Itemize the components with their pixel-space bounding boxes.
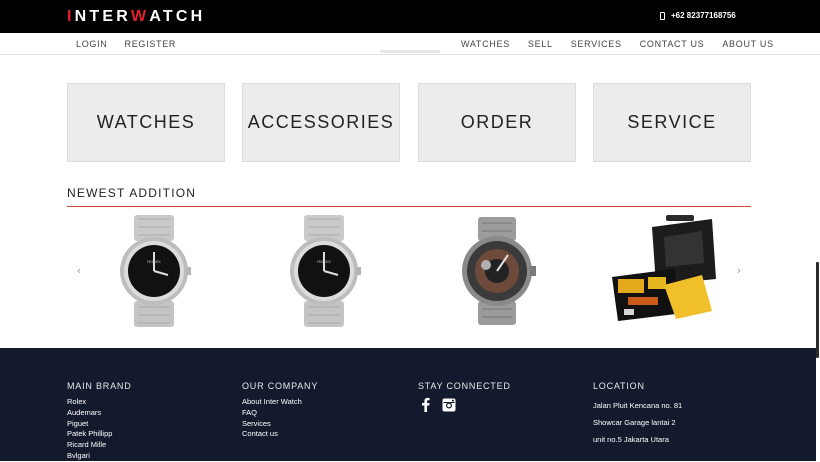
main-nav: WATCHES SELL SERVICES CONTACT US ABOUT U…	[461, 33, 774, 55]
header-phone: +62 82377168756	[660, 11, 736, 20]
footer-social-heading: STAY CONNECTED	[418, 381, 511, 391]
footer-social: STAY CONNECTED	[418, 381, 511, 412]
product-card[interactable]	[428, 215, 568, 327]
instagram-icon[interactable]	[441, 397, 456, 412]
svg-text:ROLEX: ROLEX	[317, 259, 331, 264]
nav-about-us[interactable]: ABOUT US	[722, 39, 773, 49]
footer-company-heading: OUR COMPANY	[242, 381, 319, 391]
logo-letter-w: W	[131, 8, 150, 25]
address-line: Jalan Pluit Kencana no. 81	[593, 401, 683, 410]
product-card[interactable]: ROLEX	[84, 215, 224, 327]
category-tile-watches[interactable]: WATCHES	[67, 83, 225, 162]
section-divider	[67, 206, 751, 207]
site-logo[interactable]: I NTER W ATCH	[67, 8, 206, 25]
skeleton-dial-watch-image	[462, 217, 536, 325]
footer-company-link[interactable]: About Inter Watch	[242, 397, 318, 408]
section-title-newest: NEWEST ADDITION	[67, 186, 197, 200]
footer-address: Jalan Pluit Kencana no. 81 Showcar Garag…	[593, 397, 682, 448]
page-scrollbar[interactable]	[816, 262, 819, 358]
footer-brand-link[interactable]: Rolex	[67, 397, 132, 408]
address-line: unit no.5 Jakarta Utara	[593, 435, 669, 444]
account-nav: LOGIN REGISTER	[76, 33, 176, 55]
mobile-phone-icon	[660, 11, 665, 20]
nav-contact-us[interactable]: CONTACT US	[640, 39, 705, 49]
footer-location-heading: LOCATION	[593, 381, 645, 391]
phone-number: +62 82377168756	[671, 11, 736, 20]
logo-letter-i: I	[67, 8, 75, 25]
footer-company-link[interactable]: Services	[242, 419, 318, 430]
category-tile-service[interactable]: SERVICE	[593, 83, 751, 162]
facebook-icon[interactable]	[418, 397, 433, 412]
footer-brand-link[interactable]: Piguet	[67, 419, 132, 430]
footer-company-link[interactable]: Contact us	[242, 429, 318, 440]
chevron-left-icon[interactable]: ‹	[74, 263, 84, 277]
footer-location: LOCATION Jalan Pluit Kencana no. 81 Show…	[593, 381, 682, 448]
product-card[interactable]: ROLEX	[254, 215, 394, 327]
social-links	[418, 397, 511, 412]
footer-brand-link[interactable]: Patek Phillipp	[67, 429, 132, 440]
footer-company: OUR COMPANY About Inter Watch FAQ Servic…	[242, 381, 318, 440]
rolex-explorer-watch-image: ROLEX	[120, 215, 191, 327]
faded-banner-remnant	[380, 50, 440, 53]
footer-brands-heading: MAIN BRAND	[67, 381, 132, 391]
watch-case-toolkit-image	[612, 215, 716, 321]
nav-watches[interactable]: WATCHES	[461, 39, 510, 49]
footer-brands-list: Rolex Audemars Piguet Patek Phillipp Ric…	[67, 397, 132, 462]
footer-company-link[interactable]: FAQ	[242, 408, 318, 419]
svg-text:ROLEX: ROLEX	[147, 259, 161, 264]
nav-sell[interactable]: SELL	[528, 39, 553, 49]
footer-brand-link[interactable]: Ricard Mille	[67, 440, 132, 451]
footer-brand-link[interactable]: Bvlgari	[67, 451, 132, 462]
rolex-explorer-watch-image: ROLEX	[290, 215, 361, 327]
category-tile-accessories[interactable]: ACCESSORIES	[242, 83, 400, 162]
logo-text-atch: ATCH	[149, 8, 206, 25]
register-link[interactable]: REGISTER	[125, 39, 177, 49]
footer-brands: MAIN BRAND Rolex Audemars Piguet Patek P…	[67, 381, 132, 462]
category-tile-order[interactable]: ORDER	[418, 83, 576, 162]
address-line: Showcar Garage lantai 2	[593, 418, 676, 427]
logo-text-nter: NTER	[74, 8, 132, 25]
product-card[interactable]	[604, 215, 744, 327]
login-link[interactable]: LOGIN	[76, 39, 108, 49]
nav-services[interactable]: SERVICES	[571, 39, 622, 49]
footer-company-list: About Inter Watch FAQ Services Contact u…	[242, 397, 318, 440]
top-bar: I NTER W ATCH +62 82377168756	[0, 0, 820, 33]
footer-brand-link[interactable]: Audemars	[67, 408, 132, 419]
